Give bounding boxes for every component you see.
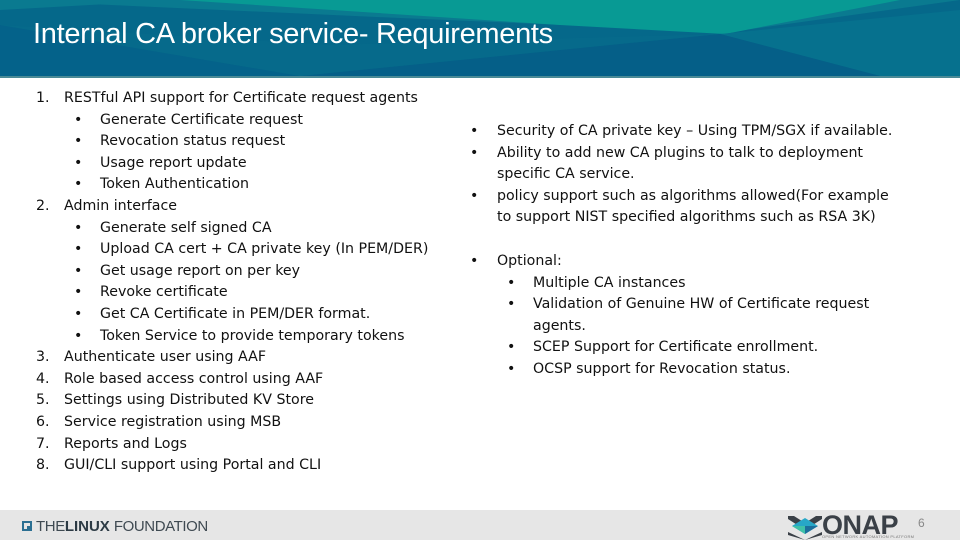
item-text: Admin interface (64, 197, 178, 214)
bullet-text-line: Security of CA private key – Using TPM/S… (497, 123, 893, 139)
linux-foundation-square-icon (22, 521, 32, 531)
optional-item-text-line: Multiple CA instances (533, 274, 686, 291)
bullet-icon: • (507, 339, 516, 356)
sub-list-item: • Generate Certificate request (36, 110, 456, 132)
sub-list-item: • Revocation status request (36, 131, 456, 153)
title-banner: Internal CA broker service- Requirements (0, 0, 960, 76)
bullet-icon: • (470, 144, 479, 161)
item-number: 6. (36, 413, 50, 430)
sub-list-item: • Get usage report on per key (36, 261, 456, 283)
item-number: 4. (36, 370, 50, 387)
list-item: 5. Settings using Distributed KV Store (36, 390, 456, 412)
optional-item-text-line: SCEP Support for Certificate enrollment. (533, 339, 819, 356)
bullet-icon: • (74, 111, 83, 128)
bullet-icon: • (74, 262, 83, 279)
optional-item-text-line: OCSP support for Revocation status. (533, 360, 791, 377)
sub-list-item: • Revoke certificate (36, 282, 456, 304)
item-text: Reports and Logs (64, 435, 187, 452)
list-item: 4. Role based access control using AAF (36, 369, 456, 391)
header-divider (0, 76, 960, 78)
optional-label: Optional: (497, 252, 562, 269)
bullet-item: • Security of CA private key – Using TPM/… (470, 121, 920, 143)
optional-item-text-line: Validation of Genuine HW of Certificate … (533, 296, 870, 313)
sub-item-text: Usage report update (100, 154, 247, 171)
list-item: 2. Admin interface (36, 196, 456, 218)
list-item: 7. Reports and Logs (36, 434, 456, 456)
item-number: 5. (36, 392, 50, 409)
logo-foundation: FOUNDATION (113, 517, 208, 535)
onap-logo-icon (788, 516, 822, 540)
item-number: 2. (36, 197, 50, 214)
sub-item-text: Generate self signed CA (100, 219, 272, 236)
bullet-text-line: policy support such as algorithms allowe… (497, 187, 889, 204)
list-item: 3. Authenticate user using AAF (36, 347, 456, 369)
bullet-item: • Ability to add new CA plugins to talk t… (470, 143, 920, 186)
sub-item-text: Token Service to provide temporary token… (100, 327, 405, 344)
sub-list-item: • Usage report update (36, 153, 456, 175)
bullet-icon: • (74, 305, 83, 322)
sub-item-text: Upload CA cert + CA private key (In PEM/… (100, 241, 429, 258)
item-number: 8. (36, 457, 50, 474)
list-item: 1. RESTful API support for Certificate re… (36, 88, 456, 110)
additional-requirements-list: • Security of CA private key – Using TPM/… (470, 121, 920, 381)
bullet-text-line: specific CA service. (497, 166, 635, 183)
optional-item: • OCSP support for Revocation status. (470, 359, 920, 381)
bullet-item: • policy support such as algorithms allow… (470, 186, 920, 229)
optional-item: • Multiple CA instances (470, 273, 920, 295)
optional-item: • Validation of Genuine HW of Certificate… (470, 294, 920, 337)
bullet-icon: • (507, 274, 516, 291)
sub-list-item: • Upload CA cert + CA private key (In PEM… (36, 239, 456, 261)
page-number: 6 (918, 516, 925, 530)
sub-item-text: Token Authentication (100, 176, 250, 193)
logo-the: THE (36, 517, 65, 535)
bullet-icon: • (470, 252, 479, 269)
bullet-text-line: Ability to add new CA plugins to talk to… (497, 144, 864, 161)
sub-list-item: • Generate self signed CA (36, 218, 456, 240)
bullet-icon: • (74, 219, 83, 236)
sub-item-text: Get CA Certificate in PEM/DER format. (100, 305, 371, 322)
item-text: Service registration using MSB (64, 413, 282, 430)
bullet-icon: • (74, 154, 83, 171)
bullet-text-line: to support NIST specified algorithms suc… (497, 209, 876, 226)
requirements-list: 1. RESTful API support for Certificate re… (36, 88, 456, 477)
optional-heading: • Optional: (470, 251, 920, 273)
sub-item-text: Revocation status request (100, 133, 286, 150)
bullet-icon: • (74, 176, 83, 193)
bullet-icon: • (74, 327, 83, 344)
item-text: Settings using Distributed KV Store (64, 392, 314, 409)
optional-item-text-line: agents. (533, 317, 586, 334)
sub-list-item: • Get CA Certificate in PEM/DER format. (36, 304, 456, 326)
sub-list-item: • Token Authentication (36, 174, 456, 196)
item-number: 3. (36, 349, 50, 366)
bullet-icon: • (507, 296, 516, 313)
item-text: Authenticate user using AAF (64, 349, 267, 366)
sub-list-item: • Token Service to provide temporary toke… (36, 326, 456, 348)
bullet-icon: • (470, 187, 479, 204)
onap-tagline: OPEN NETWORK AUTOMATION PLATFORM (822, 534, 915, 539)
logo-linux: LINUX (64, 517, 110, 535)
bullet-icon: • (507, 360, 516, 377)
item-text: RESTful API support for Certificate requ… (64, 90, 418, 106)
bullet-icon: • (74, 241, 83, 258)
sub-item-text: Generate Certificate request (100, 111, 303, 128)
bullet-icon: • (74, 133, 83, 150)
linux-foundation-logo: THE LINUX FOUNDATION (22, 517, 208, 535)
page-title: Internal CA broker service- Requirements (33, 18, 553, 50)
item-text: Role based access control using AAF (64, 370, 324, 387)
sub-item-text: Revoke certificate (100, 284, 228, 301)
bullet-icon: • (470, 123, 479, 139)
list-item: 6. Service registration using MSB (36, 412, 456, 434)
optional-item: • SCEP Support for Certificate enrollment… (470, 337, 920, 359)
list-item: 8. GUI/CLI support using Portal and CLI (36, 455, 456, 477)
sub-item-text: Get usage report on per key (100, 262, 301, 279)
item-number: 1. (36, 90, 50, 106)
item-text: GUI/CLI support using Portal and CLI (64, 457, 322, 474)
bullet-icon: • (74, 284, 83, 301)
item-number: 7. (36, 435, 50, 452)
